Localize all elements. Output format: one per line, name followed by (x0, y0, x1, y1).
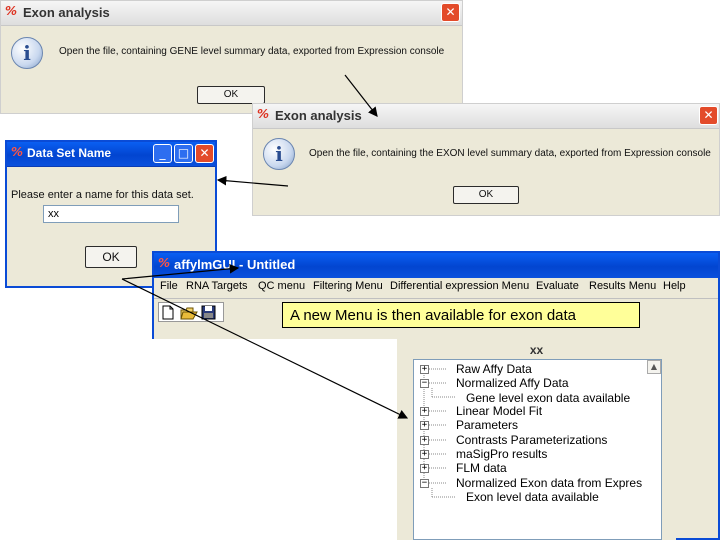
expand-icon[interactable]: + (420, 450, 429, 459)
tree-item-contrasts-parameterizations[interactable]: Contrasts Parameterizations (456, 433, 607, 447)
collapse-icon[interactable]: − (420, 479, 429, 488)
tree-item-raw-affy-data[interactable]: Raw Affy Data (456, 362, 532, 376)
tree-item-normalized-affy-data[interactable]: Normalized Affy Data (456, 376, 569, 390)
tree-item-parameters[interactable]: Parameters (456, 418, 518, 432)
expand-icon[interactable]: + (420, 464, 429, 473)
expand-icon[interactable]: + (420, 421, 429, 430)
tree-item-flm-data[interactable]: FLM data (456, 461, 507, 475)
tree-item-masigpro-results[interactable]: maSigPro results (456, 447, 547, 461)
tree-item-gene-level-data[interactable]: Gene level exon data available (466, 391, 630, 405)
tree-item-linear-model-fit[interactable]: Linear Model Fit (456, 404, 542, 418)
tree-item-normalized-exon-data[interactable]: Normalized Exon data from Expres (456, 476, 644, 490)
tree-lines (423, 368, 456, 498)
tree-item-exon-level-data[interactable]: Exon level data available (466, 490, 599, 504)
expand-icon[interactable]: + (420, 365, 429, 374)
expand-icon[interactable]: + (420, 407, 429, 416)
expand-icon[interactable]: + (420, 436, 429, 445)
collapse-icon[interactable]: − (420, 379, 429, 388)
